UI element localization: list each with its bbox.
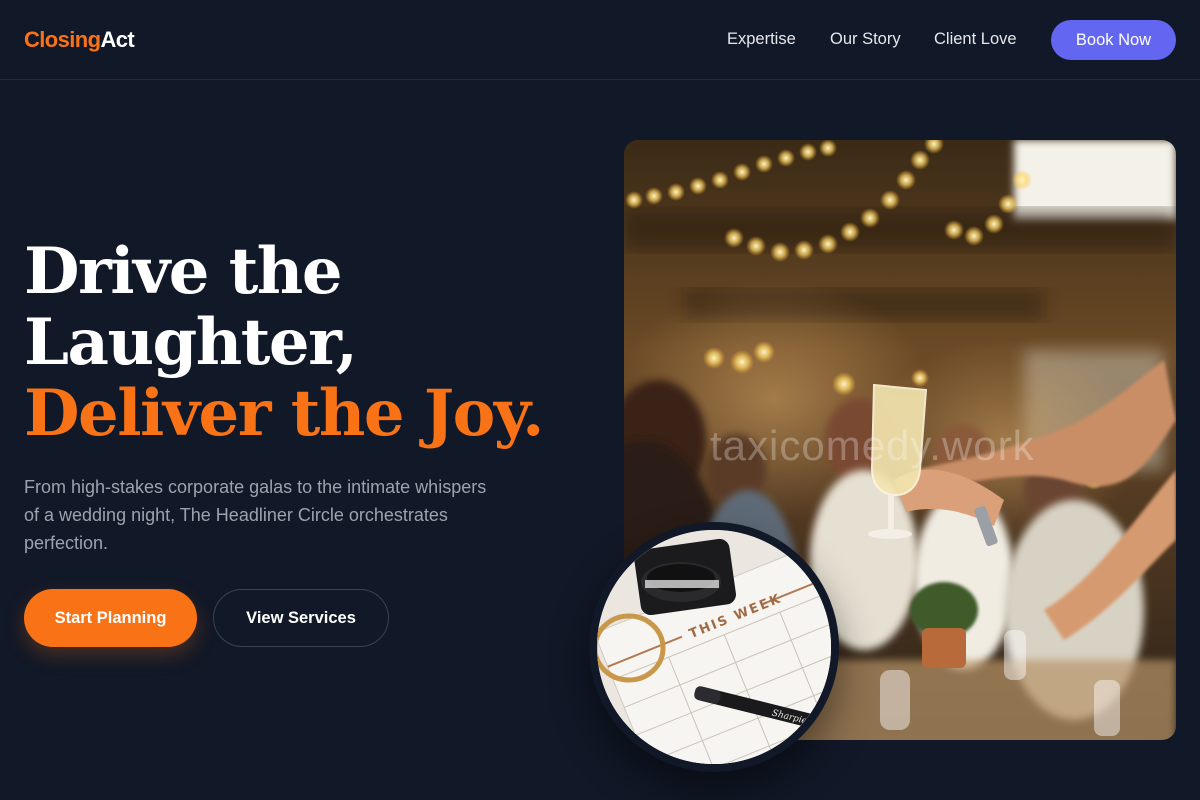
view-services-button[interactable]: View Services (213, 589, 389, 647)
site-header: ClosingAct Expertise Our Story Client Lo… (0, 0, 1200, 80)
photo-watermark: taxicomedy.work (710, 422, 1035, 469)
logo[interactable]: ClosingAct (24, 27, 135, 53)
hero-title: Drive the Laughter, Deliver the Joy. (24, 236, 584, 449)
camera-lens (634, 538, 736, 616)
nav-link-expertise[interactable]: Expertise (727, 30, 796, 49)
book-now-button[interactable]: Book Now (1051, 20, 1176, 60)
hero-title-line-3: Deliver the Joy. (24, 376, 544, 451)
hero-title-line-2: Laughter, (24, 305, 358, 380)
hero-title-line-1: Drive the (24, 234, 343, 309)
logo-part-act: Act (100, 27, 135, 52)
planner-illustration: THIS WEEK Sharpie (597, 530, 831, 764)
start-planning-button[interactable]: Start Planning (24, 589, 197, 647)
nav-link-our-story[interactable]: Our Story (830, 30, 901, 49)
planner-inset-photo: THIS WEEK Sharpie (589, 522, 839, 772)
hero-subtitle: From high-stakes corporate galas to the … (24, 477, 487, 553)
logo-part-closing: Closing (24, 27, 101, 52)
nav-link-client-love[interactable]: Client Love (934, 30, 1017, 49)
